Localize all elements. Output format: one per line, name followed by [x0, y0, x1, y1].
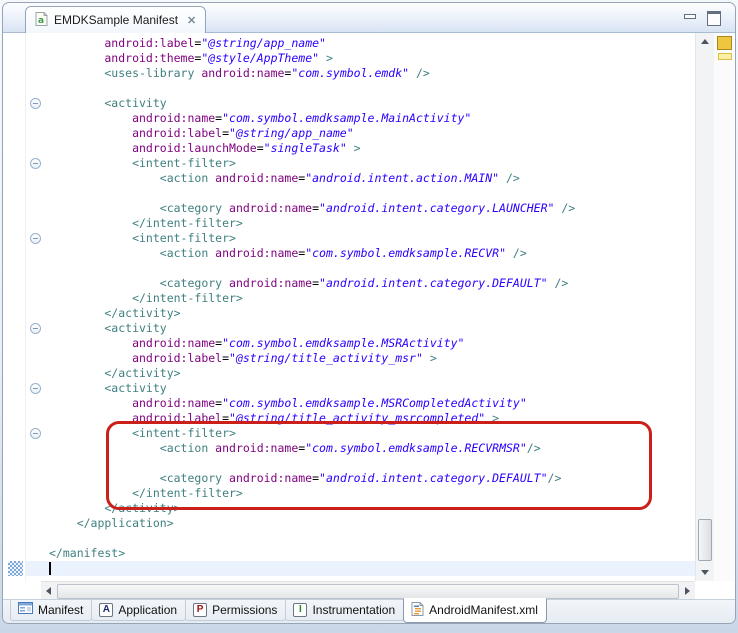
- page-tab-label: Manifest: [38, 603, 83, 617]
- code-line: </intent-filter>: [49, 291, 694, 306]
- close-icon[interactable]: ✕: [187, 14, 196, 27]
- code-line: </manifest>: [49, 546, 694, 561]
- code-line: <intent-filter>: [49, 231, 694, 246]
- range-indicator: [8, 561, 23, 576]
- page-tab-androidmanifest-xml[interactable]: AndroidManifest.xml: [403, 598, 547, 623]
- code-line: [49, 261, 694, 276]
- code-line: </application>: [49, 516, 694, 531]
- page-tab-manifest[interactable]: Manifest: [10, 600, 92, 621]
- scroll-right-icon[interactable]: [685, 587, 690, 595]
- code-line: <activity: [49, 96, 694, 111]
- editor-area: android:label="@string/app_name" android…: [4, 33, 734, 581]
- editor-tab-bar: a EMDKSample Manifest ✕: [3, 3, 735, 33]
- page-tab-label: Instrumentation: [312, 603, 395, 617]
- manifest-page-tab-bar: Manifest A Application P Permissions I Instrum…: [3, 599, 735, 623]
- code-line: android:launchMode="singleTask" >: [49, 141, 694, 156]
- page-tab-instrumentation[interactable]: I Instrumentation: [285, 600, 404, 621]
- code-line: android:label="@string/title_activity_ms…: [49, 351, 694, 366]
- instrumentation-letter-icon: I: [293, 603, 307, 617]
- application-letter-icon: A: [99, 603, 113, 617]
- overview-ruler[interactable]: [714, 33, 734, 581]
- code-line: android:name="com.symbol.emdksample.MSRC…: [49, 396, 694, 411]
- annotation-highlight-box: [106, 421, 652, 510]
- page-tab-permissions[interactable]: P Permissions: [185, 600, 286, 621]
- scroll-down-icon[interactable]: [701, 570, 709, 575]
- code-line: [49, 81, 694, 96]
- code-line: <category android:name="android.intent.c…: [49, 201, 694, 216]
- form-icon: [18, 602, 33, 617]
- scroll-up-icon[interactable]: [701, 39, 709, 44]
- vertical-scroll-thumb[interactable]: [698, 519, 712, 561]
- page-tab-application[interactable]: A Application: [91, 600, 186, 621]
- collapse-minus-icon[interactable]: [30, 158, 41, 169]
- tab-title: EMDKSample Manifest: [54, 13, 178, 27]
- code-line: android:theme="@style/AppTheme" >: [49, 51, 694, 66]
- code-line: <uses-library android:name="com.symbol.e…: [49, 66, 694, 81]
- folding-ruler[interactable]: [25, 33, 47, 581]
- code-line: [49, 531, 694, 546]
- horizontal-scrollbar[interactable]: [41, 581, 695, 600]
- code-line: <intent-filter>: [49, 156, 694, 171]
- horizontal-scroll-thumb[interactable]: [57, 584, 679, 599]
- collapse-minus-icon[interactable]: [30, 323, 41, 334]
- maximize-icon[interactable]: [707, 11, 721, 26]
- manifest-file-icon: a: [35, 12, 48, 29]
- code-line: </activity>: [49, 306, 694, 321]
- code-line: android:name="com.symbol.emdksample.MSRA…: [49, 336, 694, 351]
- permissions-letter-icon: P: [193, 603, 207, 617]
- code-line: </activity>: [49, 366, 694, 381]
- code-line: <activity: [49, 321, 694, 336]
- svg-text:a: a: [38, 16, 44, 26]
- code-line: android:label="@string/app_name": [49, 36, 694, 51]
- collapse-minus-icon[interactable]: [30, 428, 41, 439]
- code-line: <category android:name="android.intent.c…: [49, 276, 694, 291]
- code-line: <activity: [49, 381, 694, 396]
- code-line: android:label="@string/app_name": [49, 126, 694, 141]
- collapse-minus-icon[interactable]: [30, 98, 41, 109]
- eclipse-editor-stage: a EMDKSample Manifest ✕ android: [0, 0, 738, 633]
- code-line: [49, 186, 694, 201]
- vertical-scrollbar[interactable]: [695, 33, 714, 581]
- code-line: android:name="com.symbol.emdksample.Main…: [49, 111, 694, 126]
- page-tab-label: Permissions: [212, 603, 277, 617]
- overview-marker-icon[interactable]: [717, 36, 732, 50]
- minimize-icon[interactable]: [683, 11, 696, 22]
- collapse-minus-icon[interactable]: [30, 233, 41, 244]
- tab-emdksample-manifest[interactable]: a EMDKSample Manifest ✕: [25, 6, 206, 33]
- annotation-ruler[interactable]: [4, 33, 25, 581]
- text-caret: [49, 562, 51, 575]
- page-tab-label: Application: [118, 603, 177, 617]
- overview-marker-small-icon[interactable]: [718, 53, 732, 60]
- editor-window: a EMDKSample Manifest ✕ android: [2, 2, 736, 624]
- code-line: [49, 561, 694, 576]
- xml-source-icon: [411, 602, 424, 619]
- collapse-minus-icon[interactable]: [30, 383, 41, 394]
- page-tab-label: AndroidManifest.xml: [429, 603, 538, 617]
- code-line: <action android:name="com.symbol.emdksam…: [49, 246, 694, 261]
- code-line: <action android:name="android.intent.act…: [49, 171, 694, 186]
- code-area[interactable]: android:label="@string/app_name" android…: [46, 33, 694, 581]
- code-line: </intent-filter>: [49, 216, 694, 231]
- scroll-left-icon[interactable]: [46, 587, 51, 595]
